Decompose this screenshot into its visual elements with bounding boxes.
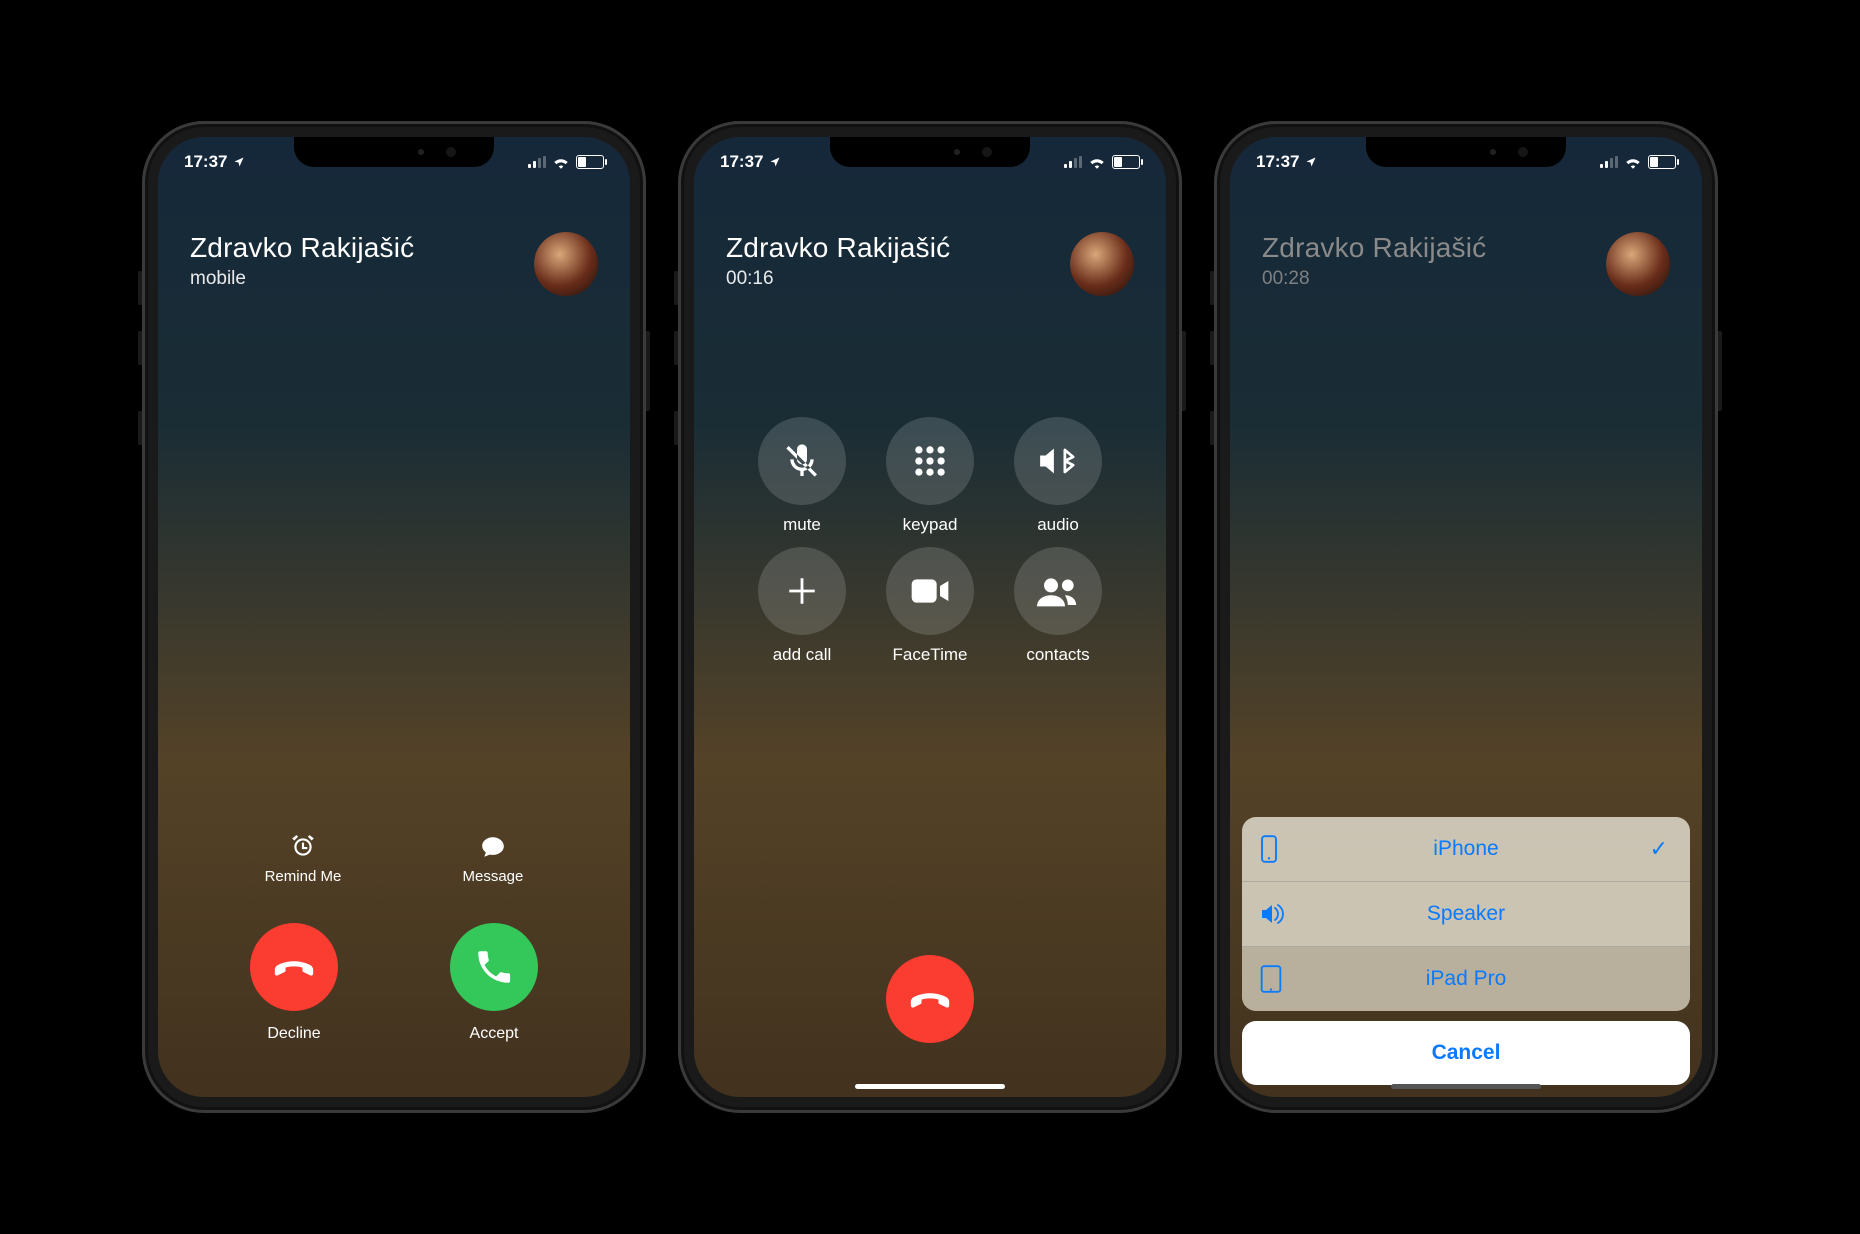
home-indicator[interactable] [1391, 1084, 1541, 1089]
facetime-label: FaceTime [893, 645, 968, 665]
audio-label: audio [1037, 515, 1079, 535]
remind-me-button[interactable]: Remind Me [265, 834, 342, 885]
avatar [1070, 232, 1134, 296]
screen-active-call: 17:37 Zdravko Rakijašić 00:16 [694, 137, 1166, 1097]
battery-icon [1112, 155, 1140, 169]
decline-label: Decline [267, 1025, 320, 1043]
screen-incoming-call: 17:37 Zdravko Rakijašić mobile [158, 137, 630, 1097]
caller-name: Zdravko Rakijašić [190, 232, 414, 264]
caller-name: Zdravko Rakijašić [726, 232, 950, 264]
alarm-clock-icon [290, 834, 316, 860]
audio-route-cancel-label: Cancel [1432, 1041, 1501, 1065]
battery-icon [576, 155, 604, 169]
wifi-icon [552, 155, 570, 169]
audio-route-iphone[interactable]: iPhone ✓ [1242, 817, 1690, 882]
screen-audio-route: 17:37 Zdravko Rakijašić 00:28 [1230, 137, 1702, 1097]
contacts-label: contacts [1026, 645, 1089, 665]
phone-up-icon [473, 946, 515, 988]
audio-route-iphone-label: iPhone [1433, 837, 1498, 861]
caller-source: mobile [190, 268, 414, 290]
decline-button[interactable]: Decline [250, 923, 338, 1043]
device-iphone-1: 17:37 Zdravko Rakijašić mobile [142, 121, 646, 1113]
caller-info: Zdravko Rakijašić mobile [190, 232, 598, 296]
home-indicator[interactable] [855, 1084, 1005, 1089]
video-camera-icon [910, 576, 950, 606]
location-arrow-icon [1305, 156, 1317, 168]
contacts-button[interactable]: contacts [1011, 547, 1105, 677]
message-icon [480, 834, 506, 860]
avatar [1606, 232, 1670, 296]
audio-route-ipad-label: iPad Pro [1426, 967, 1507, 991]
notch [1366, 137, 1566, 167]
notch [830, 137, 1030, 167]
cell-signal-icon [1064, 156, 1082, 168]
device-iphone-3: 17:37 Zdravko Rakijašić 00:28 [1214, 121, 1718, 1113]
audio-route-speaker-label: Speaker [1427, 902, 1505, 926]
caller-info: Zdravko Rakijašić 00:16 [726, 232, 1134, 296]
wifi-icon [1088, 155, 1106, 169]
cell-signal-icon [1600, 156, 1618, 168]
status-time: 17:37 [1256, 152, 1299, 172]
audio-route-speaker[interactable]: Speaker [1242, 882, 1690, 947]
keypad-button[interactable]: keypad [883, 417, 977, 547]
keypad-label: keypad [903, 515, 958, 535]
location-arrow-icon [233, 156, 245, 168]
plus-icon [785, 574, 819, 608]
status-time: 17:37 [720, 152, 763, 172]
audio-route-cancel[interactable]: Cancel [1242, 1021, 1690, 1085]
facetime-button[interactable]: FaceTime [883, 547, 977, 677]
phone-down-icon [907, 976, 953, 1022]
battery-icon [1648, 155, 1676, 169]
checkmark-icon: ✓ [1650, 836, 1668, 862]
mute-button[interactable]: mute [755, 417, 849, 547]
location-arrow-icon [769, 156, 781, 168]
end-call-button[interactable] [886, 955, 974, 1043]
mic-off-icon [782, 441, 822, 481]
avatar [534, 232, 598, 296]
audio-route-ipad-pro[interactable]: iPad Pro [1242, 947, 1690, 1011]
device-iphone-2: 17:37 Zdravko Rakijašić 00:16 [678, 121, 1182, 1113]
accept-button[interactable]: Accept [450, 923, 538, 1043]
remind-me-label: Remind Me [265, 868, 342, 885]
call-duration: 00:28 [1262, 268, 1486, 290]
mute-label: mute [783, 515, 821, 535]
call-duration: 00:16 [726, 268, 950, 290]
ipad-icon [1260, 965, 1282, 993]
message-button[interactable]: Message [463, 834, 524, 885]
accept-label: Accept [470, 1025, 519, 1043]
audio-button[interactable]: audio [1011, 417, 1105, 547]
add-call-button[interactable]: add call [755, 547, 849, 677]
contacts-icon [1037, 575, 1079, 607]
iphone-icon [1260, 835, 1278, 863]
speaker-bluetooth-icon [1036, 444, 1080, 478]
cell-signal-icon [528, 156, 546, 168]
audio-route-sheet: iPhone ✓ Speaker iPad Pro Cancel [1242, 817, 1690, 1085]
speaker-icon [1260, 903, 1288, 925]
wifi-icon [1624, 155, 1642, 169]
keypad-icon [911, 442, 949, 480]
add-call-label: add call [773, 645, 832, 665]
phone-down-icon [271, 944, 317, 990]
caller-name: Zdravko Rakijašić [1262, 232, 1486, 264]
notch [294, 137, 494, 167]
message-label: Message [463, 868, 524, 885]
status-time: 17:37 [184, 152, 227, 172]
caller-info: Zdravko Rakijašić 00:28 [1262, 232, 1670, 296]
